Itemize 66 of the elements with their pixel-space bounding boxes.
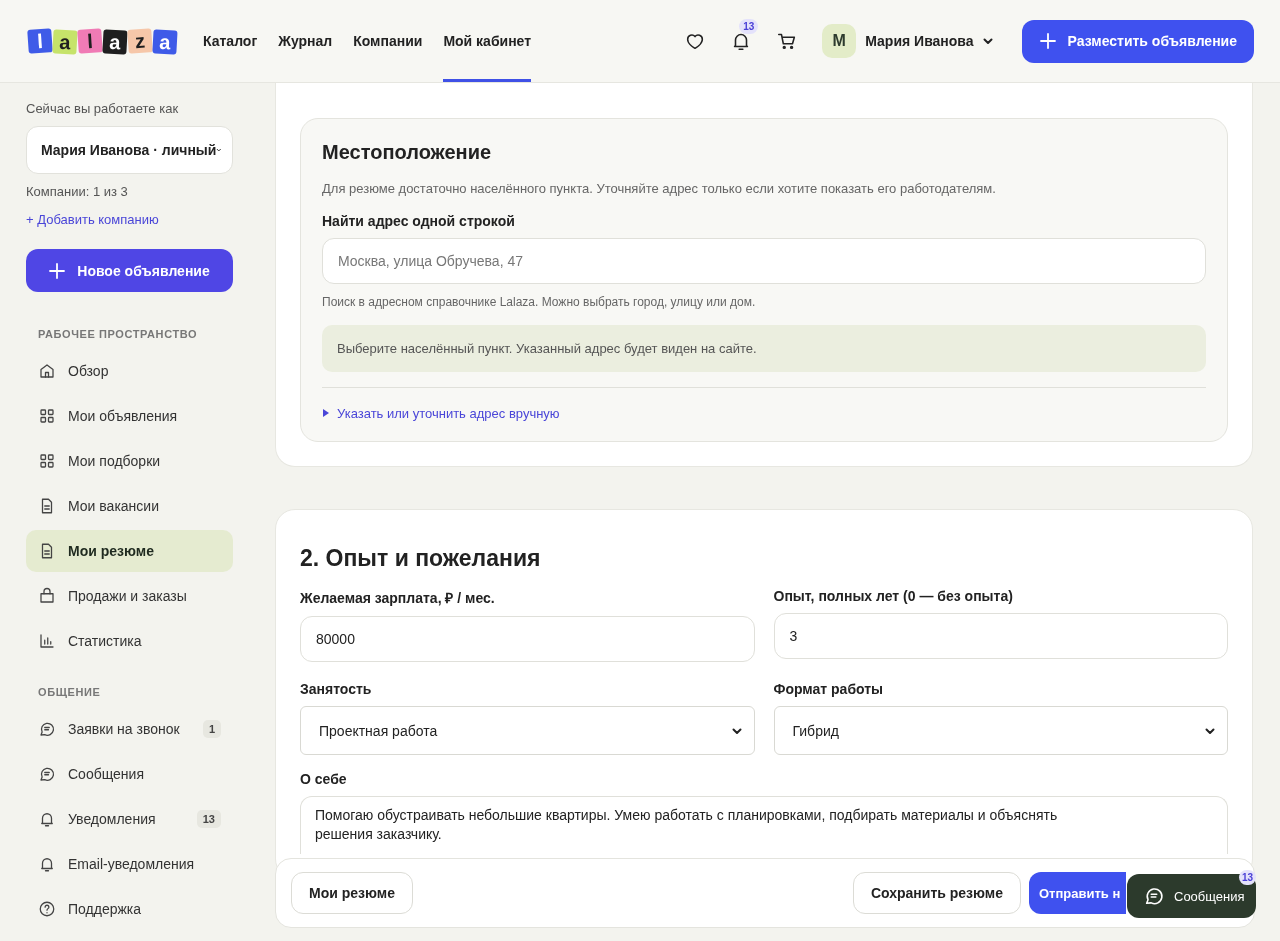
bell-icon bbox=[38, 855, 56, 873]
chat-icon bbox=[38, 720, 56, 738]
nav-link[interactable]: Компании bbox=[353, 0, 423, 82]
triangle-icon bbox=[322, 409, 330, 417]
count-badge: 1 bbox=[202, 720, 221, 738]
manual-address-toggle[interactable]: Указать или уточнить адрес вручную bbox=[322, 405, 560, 421]
nav-link[interactable]: Каталог bbox=[203, 0, 258, 82]
sidebar-item[interactable]: Заявки на звонок 1 bbox=[26, 708, 233, 750]
section-heading: Местоположение bbox=[322, 141, 493, 164]
sidebar-item[interactable]: Мои вакансии bbox=[26, 485, 233, 527]
field-hint: Поиск в адресном справочнике Lalaza. Можно выбрать город, улицу или дом. bbox=[322, 295, 757, 309]
nav-link[interactable]: Журнал bbox=[278, 0, 333, 82]
account-select[interactable]: Мария Иванова · личный bbox=[26, 126, 233, 174]
notification-count: 13 bbox=[739, 19, 759, 34]
bag-icon bbox=[38, 587, 56, 605]
sidebar-item[interactable]: Сообщения bbox=[26, 753, 233, 795]
home-icon bbox=[38, 362, 56, 380]
sidebar-item[interactable]: Email-уведомления bbox=[26, 843, 233, 885]
save-button[interactable]: Сохранить резюме bbox=[852, 872, 1021, 914]
field-label: Формат работы bbox=[773, 681, 885, 697]
chat-icon bbox=[38, 765, 56, 783]
section-heading: 2. Опыт и пожелания bbox=[300, 545, 542, 572]
post-ad-button[interactable]: Разместить объявление bbox=[1021, 19, 1254, 63]
section-title: РАБОЧЕЕ ПРОСТРАНСТВО bbox=[38, 328, 199, 340]
field-label: Опыт, полных лет (0 — без опыта) bbox=[773, 588, 1014, 604]
field-label: Занятость bbox=[300, 681, 373, 697]
chat-count: 13 bbox=[1238, 870, 1256, 885]
user-name[interactable]: Мария Иванова bbox=[865, 33, 974, 49]
working-as-label: Сейчас вы работаете как bbox=[26, 101, 180, 116]
bell-icon bbox=[38, 810, 56, 828]
sidebar-item[interactable]: Статистика bbox=[26, 620, 233, 662]
count-badge: 13 bbox=[196, 810, 221, 828]
sidebar-item[interactable]: Поддержка bbox=[26, 888, 233, 930]
sidebar-item[interactable]: Мои резюме bbox=[26, 530, 233, 572]
help-icon bbox=[38, 900, 56, 918]
description: Для резюме достаточно населённого пункта. Уточняйте адрес только если хотите показать его работодателям. bbox=[322, 181, 997, 196]
add-company-link[interactable]: + Добавить компанию bbox=[26, 212, 233, 227]
plus-icon bbox=[1039, 33, 1056, 49]
notice: Выберите населённый пункт. Указанный адрес будет виден на сайте. bbox=[322, 325, 1206, 372]
select-field[interactable]: Гибрид bbox=[773, 706, 1228, 755]
sidebar-item[interactable]: Мои объявления bbox=[26, 395, 233, 437]
chart-icon bbox=[38, 632, 56, 650]
sidebar-item[interactable]: Обзор bbox=[26, 350, 233, 392]
grid-icon bbox=[38, 407, 56, 425]
chevron-icon bbox=[981, 35, 994, 47]
plus-icon bbox=[49, 262, 66, 279]
select-field[interactable]: Проектная работа bbox=[300, 706, 755, 755]
submit-button[interactable]: Отправить н bbox=[1029, 872, 1126, 914]
field-label: Найти адрес одной строкой bbox=[322, 213, 516, 229]
field-label: О себе bbox=[300, 771, 348, 787]
about-field[interactable]: Помогаю обустраивать небольшие квартиры. Умею работать с планировками, подбирать материалы и объяснять решения заказчику. bbox=[300, 796, 1228, 854]
field-label: Желаемая зарплата, ₽ / мес. bbox=[300, 589, 496, 607]
section-title: ОБЩЕНИЕ bbox=[38, 686, 102, 698]
avatar[interactable]: М bbox=[822, 24, 857, 58]
input-field[interactable]: 3 bbox=[773, 613, 1228, 659]
sidebar-item[interactable]: Уведомления 13 bbox=[26, 798, 233, 840]
my-resumes-button[interactable]: Мои резюме bbox=[291, 872, 413, 914]
grid-icon bbox=[38, 452, 56, 470]
sidebar-item[interactable]: Продажи и заказы bbox=[26, 575, 233, 617]
sidebar-item[interactable]: Мои подборки bbox=[26, 440, 233, 482]
input-field[interactable]: 80000 bbox=[300, 616, 755, 662]
logo[interactable]: l a l a z a bbox=[28, 29, 177, 53]
chat-icon bbox=[1143, 885, 1165, 907]
new-ad-button[interactable]: Новое объявление bbox=[26, 249, 233, 292]
companies-count: Компании: 1 из 3 bbox=[26, 184, 129, 199]
address-field[interactable]: Москва, улица Обручева, 47 bbox=[322, 238, 1206, 284]
